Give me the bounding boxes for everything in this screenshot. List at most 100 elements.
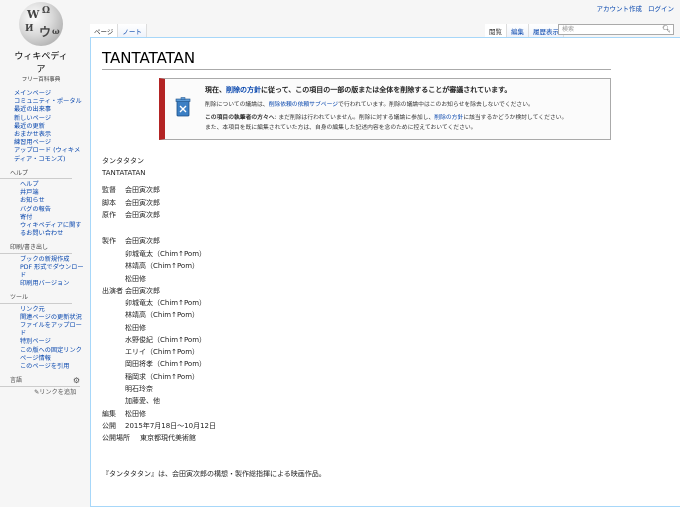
editing-label: 編集 [102,410,116,418]
tab-page[interactable]: ページ [90,24,119,38]
director-label: 監督 [102,186,116,194]
notice-line-1: 削除についての議論は、削除依頼の依頼サブページで行われています。削除の議論中はこ… [205,99,534,108]
sidebar-item-printable[interactable]: 印刷用バージョン [0,280,86,288]
notice-line-3: また、本項目を既に編集されていた方は、自身の編集した記述内容を念のために控えてお… [205,125,477,131]
content-area: TANTATATAN 現在、削除の方針に従って、この項目の一部の版または全体を削… [90,37,680,507]
deletion-request-link[interactable]: 削除依頼の依頼サブページ [269,102,338,108]
gear-icon[interactable]: ⚙ [73,377,80,385]
tab-talk[interactable]: ノート [118,24,147,38]
sidebar-item-upload[interactable]: アップロード (ウィキメディア・コモンズ) [0,147,86,163]
trash-icon [175,97,191,117]
sidebar-item-donate[interactable]: 寄付 [0,214,86,222]
wikipedia-logo[interactable]: W Ω И ウ ω ウィキペディア フリー百科事典 [10,2,72,83]
sidebar-item-special-pages[interactable]: 特別ページ [0,338,86,346]
deletion-policy-link-2[interactable]: 削除の方針 [434,115,463,121]
sidebar: メインページ コミュニティ・ポータル 最近の出来事 新しいページ 最近の更新 お… [0,90,86,397]
production-member: 卯城竜太（Chim↑Pom） [125,250,207,258]
add-links-label: リンクを追加 [39,388,77,396]
notice-headline: 現在、削除の方針に従って、この項目の一部の版または全体を削除することが審議されて… [205,85,511,95]
login-link[interactable]: ログイン [648,3,674,13]
writer-label: 脚本 [102,199,116,207]
sidebar-item-help[interactable]: ヘルプ [0,181,86,189]
sidebar-item-download-pdf[interactable]: PDF 形式でダウンロード [0,264,86,280]
logo-subtitle: フリー百科事典 [21,77,61,83]
venue-label: 公開場所 [102,434,130,442]
sidebar-item-new-pages[interactable]: 新しいページ [0,115,86,123]
search-icon[interactable]: 🔍︎ [662,25,671,34]
cast-member: 水野俊紀（Chim↑Pom） [125,336,207,344]
cast-member: 明石玲奈 [125,385,153,393]
release-label: 公開 [102,422,116,430]
kana-title: タンタタタン [102,157,144,165]
cast-label: 出演者 [102,287,123,295]
production-value: 会田寅次郎 [125,237,160,245]
sidebar-item-upload-file[interactable]: ファイルをアップロード [0,322,86,338]
original-row: 原作 会田寅次郎 [102,210,160,220]
deletion-policy-link[interactable]: 削除の方針 [226,86,261,94]
logo-title: ウィキペディア [14,52,68,75]
original-value: 会田寅次郎 [125,211,160,219]
help-heading: ヘルプ [0,170,72,180]
summary-paragraph: 『タンタタタン』は、会田寅次郎の構想・製作総指揮による映画作品。 [102,470,326,478]
sidebar-item-bug-report[interactable]: バグの報告 [0,206,86,214]
editing-row: 編集 松田修 [102,409,146,419]
notice-line-1-post: で行われています。削除の議論中はこのお知らせを除去しないでください。 [338,102,534,108]
page-title: TANTATATAN [102,49,611,70]
cast-member: 松田修 [125,324,146,332]
sidebar-item-related-changes[interactable]: 関連ページの更新状況 [0,314,86,322]
languages-heading: 言語 ⚙ [0,377,80,387]
personal-tools: アカウント作成 ログイン [597,3,675,13]
search-input[interactable]: 検索 🔍︎ [558,24,674,35]
production-row: 製作 会田寅次郎 [102,236,160,246]
sidebar-item-recent-changes[interactable]: 最近の更新 [0,123,86,131]
production-label: 製作 [102,237,116,245]
cast-member: 卯城竜太（Chim↑Pom） [125,299,207,307]
languages-label: 言語 [10,377,23,385]
cast-row: 出演者 会田寅次郎 [102,286,160,296]
sidebar-item-what-links-here[interactable]: リンク元 [0,306,86,314]
view-tabs: 閲覧 編集 履歴表示 [485,24,564,38]
print-heading: 印刷/書き出し [0,244,72,254]
notice-line-2: この項目の執筆者の方々へ: まだ削除は行われていません。削除に対する議論に参加し… [205,112,567,121]
original-label: 原作 [102,211,116,219]
writer-value: 会田寅次郎 [125,199,160,207]
tab-edit[interactable]: 編集 [507,24,529,38]
notice-line-2-post: に該当するかどうか検討してください。 [463,115,568,121]
venue-value: 東京都現代美術館 [140,434,196,442]
editing-value: 松田修 [125,410,146,418]
notice-authors-label: この項目の執筆者の方々へ [205,115,275,121]
venue-row: 公開場所 東京都現代美術館 [102,433,196,443]
writer-row: 脚本 会田寅次郎 [102,198,160,208]
director-row: 監督 会田寅次郎 [102,185,160,195]
cast-value: 会田寅次郎 [125,287,160,295]
cast-member: 岡田将孝（Chim↑Pom） [125,360,207,368]
release-row: 公開 2015年7月18日〜10月12日 [102,421,216,431]
notice-headline-post: に従って、この項目の一部の版または全体を削除することが審議されています。 [261,86,512,94]
cast-member: エリイ（Chim↑Pom） [125,348,200,356]
notice-line-1-pre: 削除についての議論は、 [205,102,269,108]
director-value: 会田寅次郎 [125,186,160,194]
tools-heading: ツール [0,294,72,304]
sidebar-item-current-events[interactable]: 最近の出来事 [0,106,86,114]
cast-member: 林靖高（Chim↑Pom） [125,311,200,319]
sidebar-item-random[interactable]: おまかせ表示 [0,131,86,139]
search-placeholder: 検索 [562,26,575,33]
sidebar-item-page-info[interactable]: ページ情報 [0,355,86,363]
sidebar-item-contact[interactable]: ウィキペディアに関するお問い合わせ [0,222,86,238]
sidebar-item-cite[interactable]: このページを引用 [0,363,86,371]
globe-icon: W Ω И ウ ω [19,2,63,46]
namespace-tabs: ページ ノート [90,24,147,38]
deletion-notice: 現在、削除の方針に従って、この項目の一部の版または全体を削除することが審議されて… [159,78,611,140]
add-links-link[interactable]: ✎リンクを追加 [0,389,86,397]
sidebar-item-main[interactable]: メインページ [0,90,86,98]
notice-line-2-mid: : まだ削除は行われていません。削除に対する議論に参加し、 [274,115,435,121]
release-value: 2015年7月18日〜10月12日 [125,422,216,430]
sidebar-item-create-book[interactable]: ブックの新規作成 [0,256,86,264]
cast-member: 稲岡求（Chim↑Pom） [125,373,200,381]
cast-member: 加藤愛、他 [125,397,160,405]
create-account-link[interactable]: アカウント作成 [597,3,643,13]
sidebar-item-notices[interactable]: お知らせ [0,197,86,205]
production-member: 松田修 [125,275,146,283]
sidebar-item-permalink[interactable]: この版への固定リンク [0,347,86,355]
tab-read[interactable]: 閲覧 [485,24,507,38]
